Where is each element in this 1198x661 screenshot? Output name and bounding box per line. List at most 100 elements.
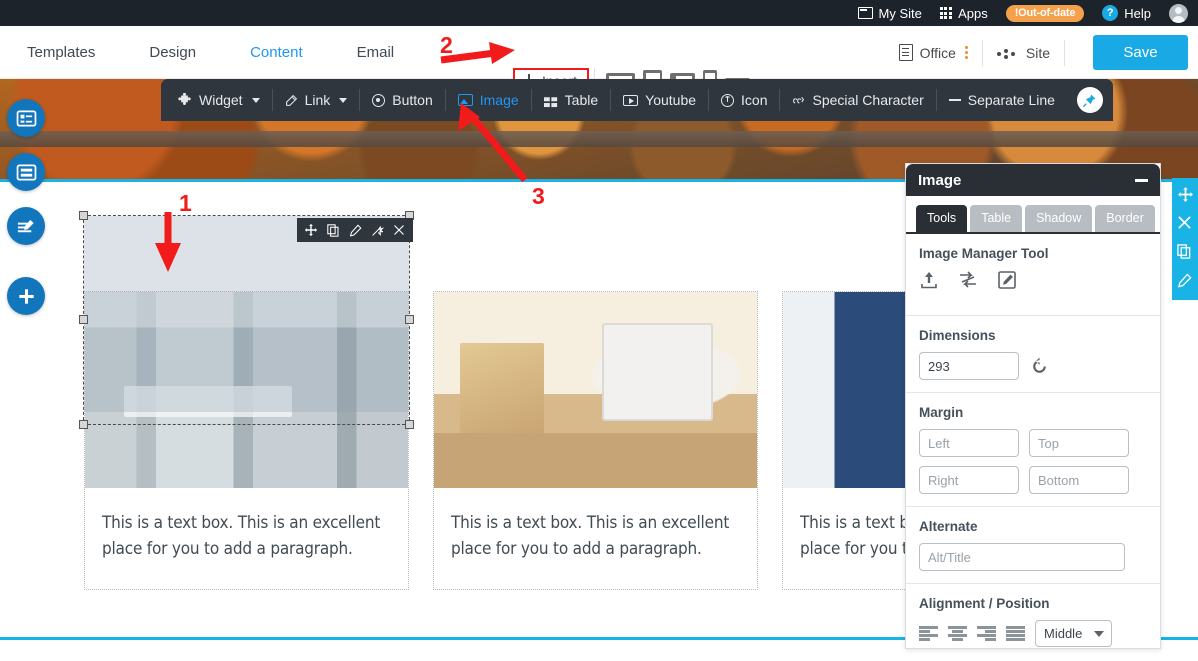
info-circle-icon [721, 93, 735, 107]
margin-label: Margin [919, 405, 964, 420]
margin-left-input[interactable] [919, 429, 1019, 457]
link-icon [285, 94, 298, 107]
insert-elements-toolbar: Widget Link Button Image Table Youtube I… [161, 79, 1113, 121]
dimensions-section: Dimensions [906, 315, 1160, 380]
edit-image-button[interactable] [344, 218, 366, 242]
alternate-input[interactable] [919, 543, 1125, 571]
chevron-down-icon [1094, 631, 1104, 637]
image-manager-section: Image Manager Tool [906, 234, 1160, 303]
tab-tools[interactable]: Tools [916, 205, 968, 232]
insert-widget-item[interactable]: Widget [165, 79, 272, 121]
card-item[interactable]: This is a text box. This is an excellent… [84, 291, 409, 590]
site-menu[interactable]: Site [996, 44, 1050, 61]
margin-top-input[interactable] [1029, 429, 1129, 457]
vertical-dots-icon[interactable] [964, 46, 968, 59]
effects-image-button[interactable] [366, 218, 388, 242]
avatar[interactable] [1169, 3, 1188, 23]
align-center-icon[interactable] [948, 626, 967, 641]
my-site-link[interactable]: My Site [857, 7, 922, 20]
insert-special-character-item[interactable]: Special Character [780, 79, 935, 121]
edit-button[interactable] [1177, 273, 1194, 290]
add-section-layout-button[interactable] [7, 99, 45, 137]
tab-design[interactable]: Design [122, 26, 223, 79]
insert-link-item[interactable]: Link [273, 79, 360, 121]
image-properties-panel: Image Tools Table Shadow Border Image Ma… [905, 163, 1161, 649]
panel-title: Image [918, 171, 962, 189]
insert-youtube-item[interactable]: Youtube [611, 79, 708, 121]
radio-icon [372, 93, 386, 107]
save-button[interactable]: Save [1093, 35, 1188, 70]
apps-link[interactable]: Apps [939, 5, 988, 21]
edit-text-button[interactable] [7, 207, 45, 245]
top-account-bar: My Site Apps !Out-of-date ? Help [0, 0, 1198, 26]
move-handle[interactable] [1177, 186, 1194, 203]
out-of-date-badge[interactable]: !Out-of-date [1005, 4, 1085, 22]
insert-button-item[interactable]: Button [360, 79, 444, 121]
replace-image-icon[interactable] [958, 270, 978, 290]
office-menu[interactable]: Office [898, 44, 956, 61]
chevron-down-icon [251, 97, 260, 103]
margin-row-2 [919, 466, 1147, 494]
insert-separate-line-label: Separate Line [967, 92, 1055, 108]
add-element-button[interactable] [7, 277, 45, 315]
tab-table[interactable]: Table [970, 205, 1023, 232]
card-image-1[interactable] [85, 292, 408, 488]
document-icon [898, 44, 913, 61]
edit-image-icon[interactable] [997, 270, 1017, 290]
delete-button[interactable] [1177, 215, 1194, 232]
reset-icon[interactable] [1029, 356, 1050, 377]
tab-templates[interactable]: Templates [0, 26, 122, 79]
nav-tabs: Templates Design Content Email [0, 26, 421, 79]
puzzle-icon [177, 92, 192, 108]
dimensions-input[interactable] [919, 352, 1019, 380]
card-text-1[interactable]: This is a text box. This is an excellent… [85, 488, 408, 589]
insert-separate-line-item[interactable]: Separate Line [937, 79, 1067, 121]
toolbar-divider-3 [1064, 39, 1065, 66]
element-edge-toolbar [1172, 178, 1198, 300]
duplicate-button[interactable] [1176, 244, 1194, 261]
insert-link-label: Link [304, 92, 331, 108]
insert-table-item[interactable]: Table [532, 79, 610, 121]
pin-toolbar-button[interactable] [1076, 87, 1103, 113]
alternate-label: Alternate [919, 519, 978, 534]
help-circle-icon: ? [1102, 5, 1119, 21]
help-link[interactable]: ? Help [1102, 5, 1151, 21]
remove-image-button[interactable] [388, 218, 410, 242]
alignment-section: Alignment / Position Middle [906, 583, 1160, 657]
card-item[interactable]: This is a text box. This is an excellent… [433, 291, 758, 590]
position-select-wrap: Middle [1035, 620, 1112, 647]
tab-shadow[interactable]: Shadow [1025, 205, 1093, 232]
margin-right-input[interactable] [919, 466, 1019, 494]
align-left-icon[interactable] [919, 626, 938, 641]
margin-row-1 [919, 429, 1147, 457]
tab-content[interactable]: Content [223, 26, 330, 79]
insert-icon-item[interactable]: Icon [709, 79, 779, 121]
apps-grid-icon [939, 6, 953, 20]
main-toolbar: Templates Design Content Email Insert Of… [0, 26, 1198, 97]
margin-bottom-input[interactable] [1029, 466, 1129, 494]
table-icon [543, 95, 558, 107]
chevron-down-icon [339, 97, 348, 103]
window-icon [857, 7, 873, 19]
banner-rail-detail [0, 131, 1198, 147]
insert-image-item[interactable]: Image [446, 79, 531, 121]
tab-border[interactable]: Border [1095, 205, 1155, 232]
align-justify-icon[interactable] [1006, 626, 1025, 641]
align-right-icon[interactable] [977, 626, 996, 641]
upload-image-icon[interactable] [919, 270, 939, 290]
alignment-controls: Middle [919, 620, 1147, 657]
move-image-button[interactable] [300, 218, 322, 242]
dimensions-row [919, 352, 1147, 380]
tab-email[interactable]: Email [330, 26, 422, 79]
duplicate-image-button[interactable] [322, 218, 344, 242]
site-label: Site [1025, 44, 1050, 61]
insert-table-label: Table [564, 92, 599, 108]
image-manager-tools [919, 270, 1147, 303]
minimize-icon[interactable] [1135, 178, 1148, 182]
margin-section: Margin [906, 392, 1160, 494]
apps-label: Apps [958, 5, 988, 21]
add-block-button[interactable] [7, 153, 45, 191]
card-image-2[interactable] [434, 292, 757, 488]
card-text-2[interactable]: This is a text box. This is an excellent… [434, 488, 757, 589]
app-root: My Site Apps !Out-of-date ? Help Templat… [0, 0, 1198, 661]
